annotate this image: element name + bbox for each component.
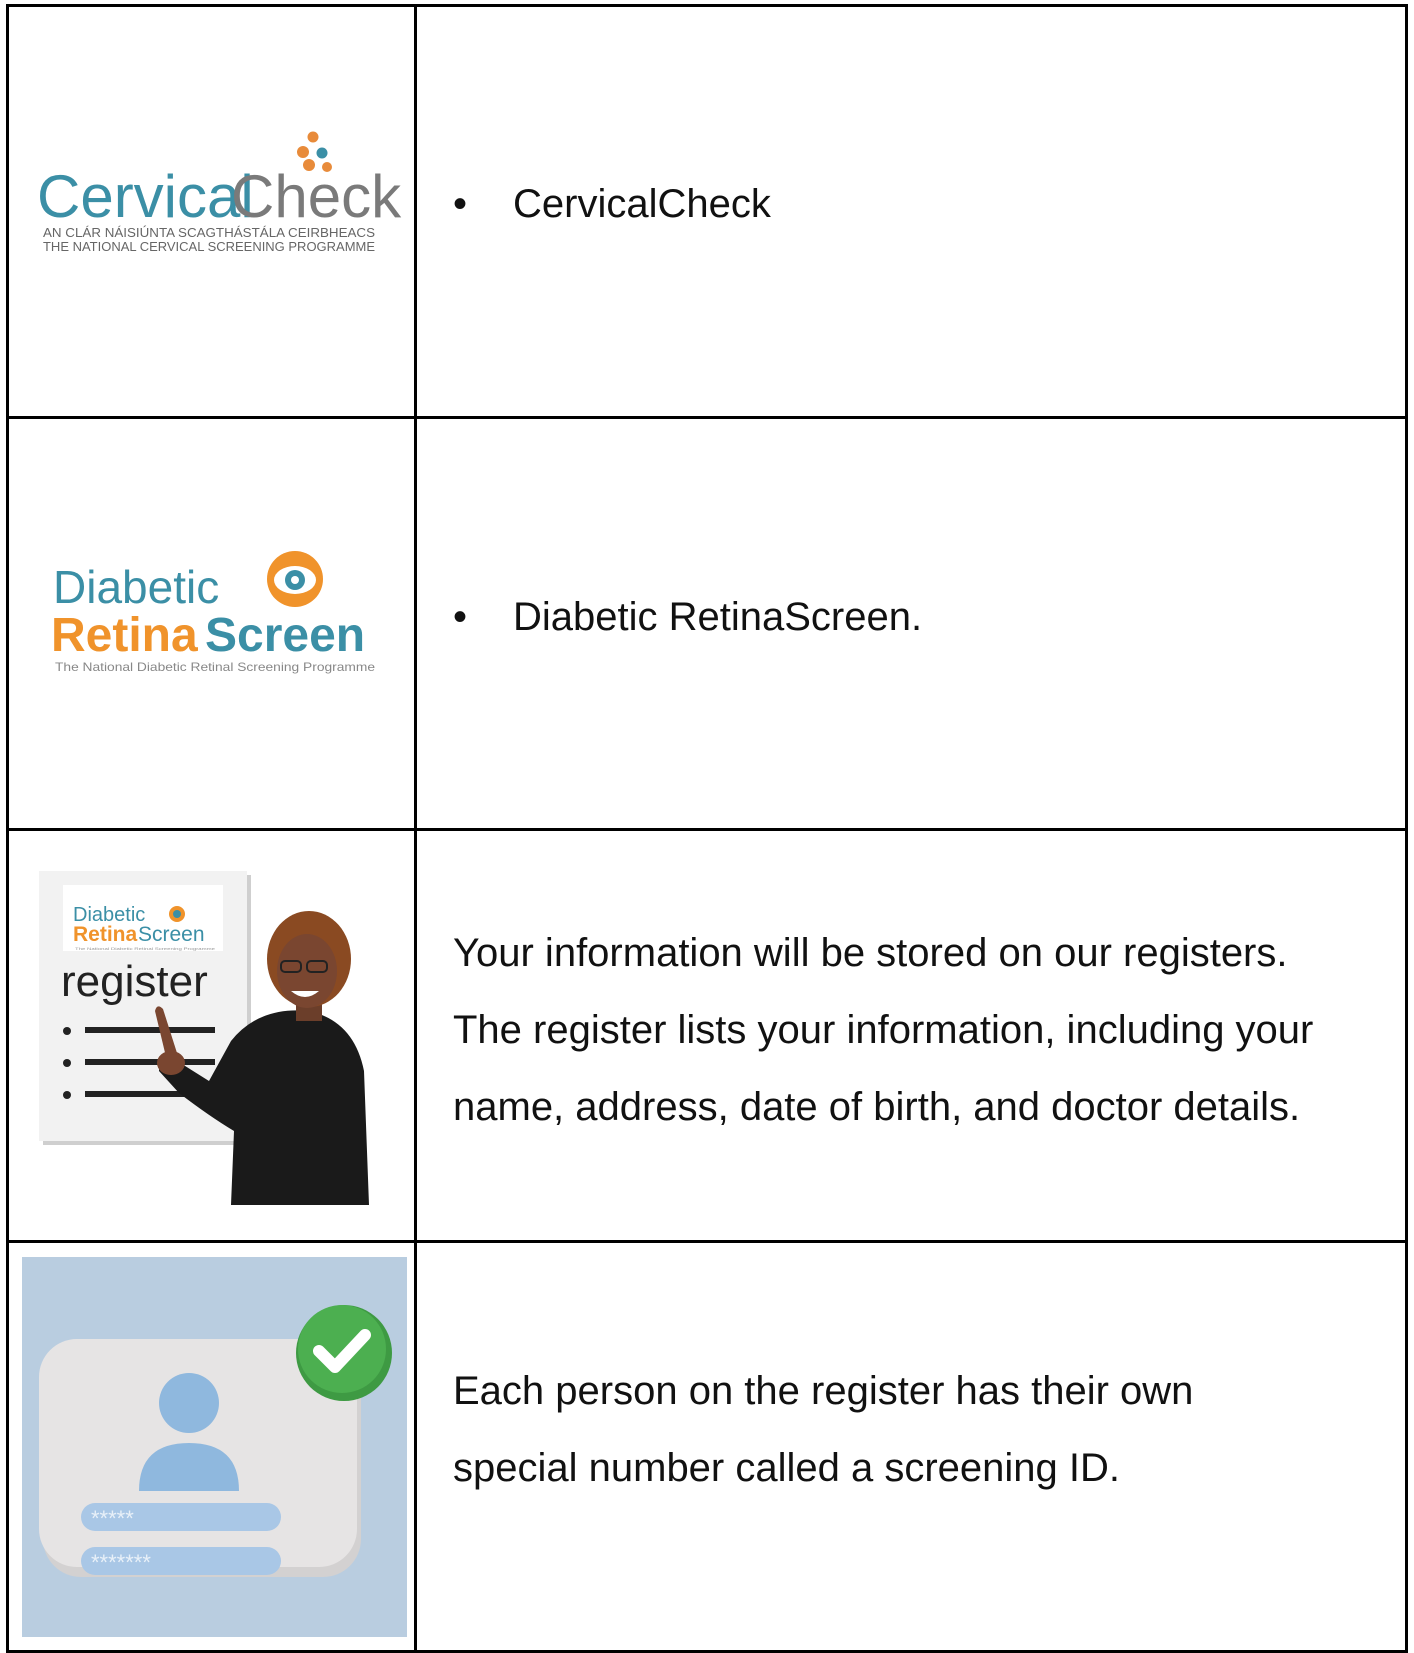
register-presenter-illustration-icon: Diabetic Retina Screen The National Diab… [39, 871, 369, 1205]
diabetic-retinascreen-logo-icon: Diabetic Retina Screen The National Diab… [51, 551, 375, 674]
retinascreen-text-cell: • Diabetic RetinaScreen. [414, 416, 1408, 831]
retinascreen-label: Diabetic RetinaScreen. [513, 595, 923, 639]
board-register-word: register [61, 957, 208, 1006]
cervical-word: Cervical [37, 163, 254, 230]
screening-id-text-cell: Each person on the register has their ow… [414, 1240, 1408, 1653]
board-retina-word: Retina [73, 923, 138, 946]
retinascreen-logo-cell: Diabetic Retina Screen The National Diab… [6, 416, 417, 831]
register-text-line-2: The register lists your information, inc… [453, 1008, 1314, 1052]
register-text-line-1: Your information will be stored on our r… [453, 931, 1288, 975]
board-screen-word: Screen [138, 923, 205, 946]
retina-word: Retina [51, 609, 198, 662]
register-illustration-cell: Diabetic Retina Screen The National Diab… [6, 828, 417, 1243]
bullet: • [453, 181, 468, 226]
screening-table: Cervical Check AN CLÁR NÁISIÚNTA SCAGTHÁ… [6, 4, 1408, 1653]
screening-id-line-2: special number called a screening ID. [453, 1445, 1121, 1490]
register-text-line-3: name, address, date of birth, and doctor… [453, 1085, 1301, 1129]
table-row: ***** ******* Each person on the registe… [6, 1240, 1408, 1653]
field1-mask: ***** [91, 1506, 134, 1531]
board-tagline: The National Diabetic Retinal Screening … [75, 946, 216, 951]
cervicalcheck-label: CervicalCheck [513, 181, 771, 226]
id-card-check-illustration-icon: ***** ******* [22, 1257, 407, 1637]
diabetic-word: Diabetic [53, 561, 219, 613]
check-word: Check [231, 163, 402, 230]
table-row: Diabetic Retina Screen The National Diab… [6, 416, 1408, 831]
tagline-irish: AN CLÁR NÁISIÚNTA SCAGTHÁSTÁLA CEIRBHEAC… [43, 225, 375, 240]
retina-tagline: The National Diabetic Retinal Screening … [55, 660, 375, 674]
field2-mask: ******* [91, 1550, 151, 1575]
screen-word: Screen [205, 609, 365, 662]
table-row: Diabetic Retina Screen The National Diab… [6, 828, 1408, 1243]
register-text-cell: Your information will be stored on our r… [414, 828, 1408, 1243]
tagline-english: THE NATIONAL CERVICAL SCREENING PROGRAMM… [43, 240, 375, 254]
cervicalcheck-logo-icon: Cervical Check AN CLÁR NÁISIÚNTA SCAGTHÁ… [37, 131, 402, 254]
id-card-illustration-cell: ***** ******* [6, 1240, 417, 1653]
table-row: Cervical Check AN CLÁR NÁISIÚNTA SCAGTHÁ… [6, 4, 1408, 419]
cervicalcheck-text-cell: • CervicalCheck [414, 4, 1408, 419]
bullet: • [453, 595, 468, 639]
screening-id-line-1: Each person on the register has their ow… [453, 1368, 1194, 1413]
cervicalcheck-logo-cell: Cervical Check AN CLÁR NÁISIÚNTA SCAGTHÁ… [6, 4, 417, 419]
